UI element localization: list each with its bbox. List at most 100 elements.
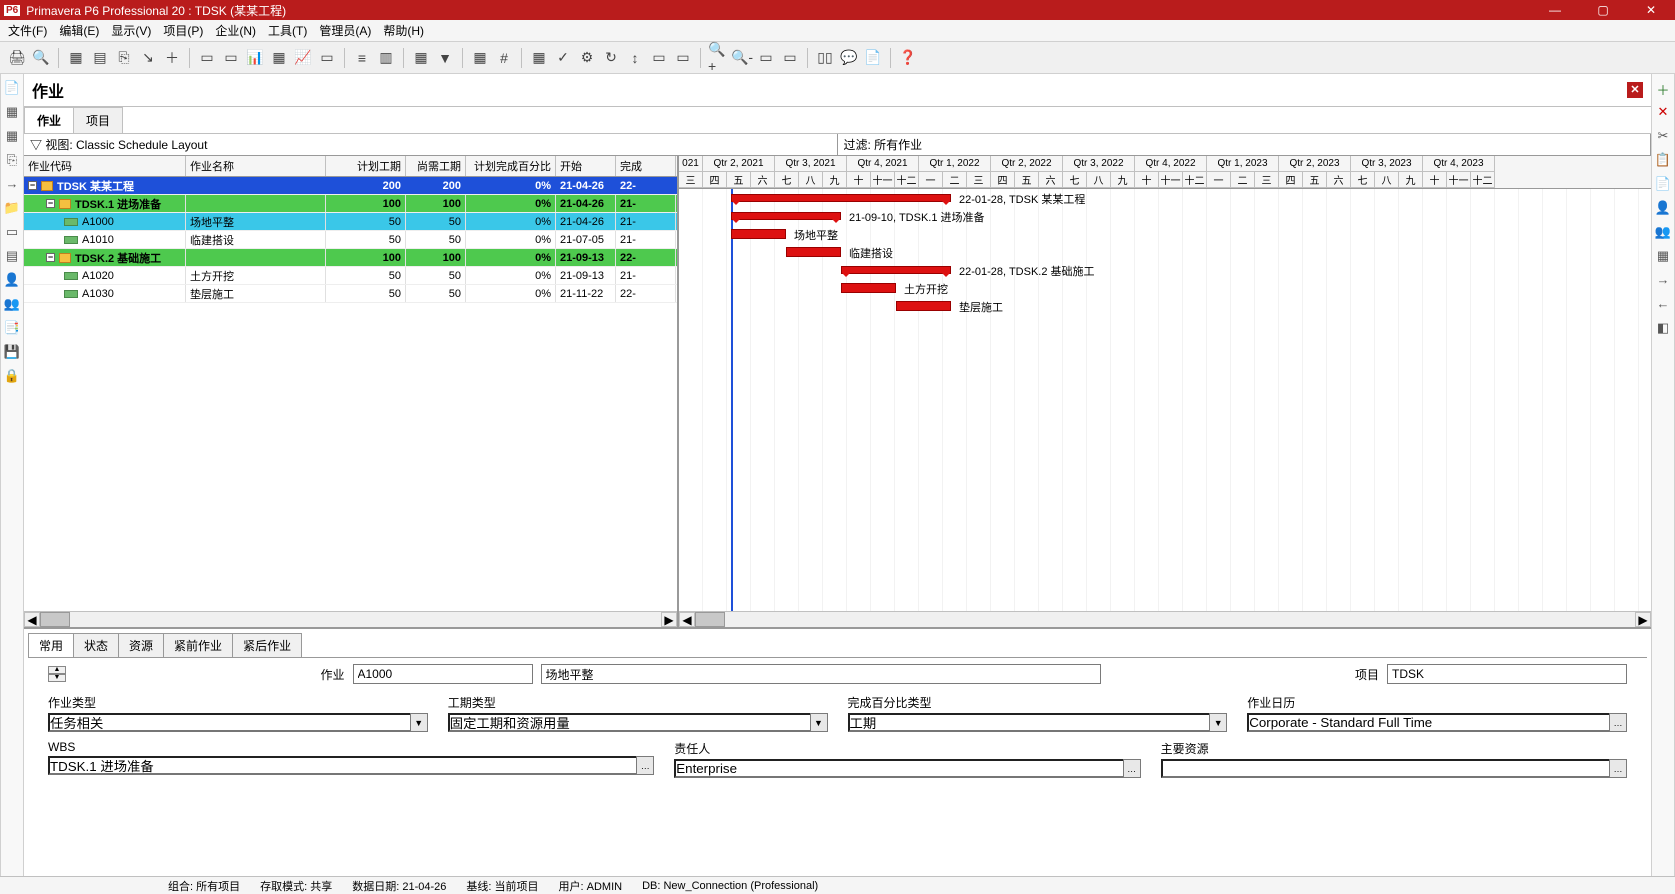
side-icon-5[interactable]: → [3, 176, 21, 194]
filter-label[interactable]: 过滤: 所有作业 [838, 134, 1652, 155]
chart3-icon[interactable]: 📊 [244, 47, 266, 69]
rside-role-icon[interactable]: 👥 [1654, 224, 1672, 242]
rside-succ-icon[interactable]: ← [1654, 296, 1672, 314]
browse-icon[interactable]: … [1609, 713, 1627, 732]
chart1-icon[interactable]: ▭ [196, 47, 218, 69]
rside-step-icon[interactable]: ◧ [1654, 320, 1672, 338]
rside-code-icon[interactable]: ▦ [1654, 248, 1672, 266]
tool1-icon[interactable]: ✓ [552, 47, 574, 69]
col-planned[interactable]: 计划工期 [326, 156, 406, 176]
side-icon-3[interactable]: ▦ [3, 128, 21, 146]
menu-item[interactable]: 文件(F) [8, 22, 47, 39]
activity-name-field[interactable] [541, 664, 1101, 684]
detail-tab[interactable]: 紧后作业 [232, 633, 302, 657]
table-row[interactable]: A1000场地平整50500%21-04-2621- [24, 213, 677, 231]
side-icon-8[interactable]: ▤ [3, 248, 21, 266]
pct-select[interactable] [848, 713, 1210, 732]
gantt-timescale[interactable]: 021Qtr 2, 2021Qtr 3, 2021Qtr 4, 2021Qtr … [679, 156, 1651, 189]
grid-body[interactable]: −TDSK 某某工程2002000%21-04-2622-−TDSK.1 进场准… [24, 177, 677, 611]
rside-add-icon[interactable]: ＋ [1654, 80, 1672, 98]
gantt-bar[interactable] [786, 247, 841, 257]
dropdown-icon[interactable]: ▼ [810, 713, 828, 732]
wbs-icon[interactable]: ▦ [528, 47, 550, 69]
side-icon-12[interactable]: 💾 [3, 344, 21, 362]
col-remain[interactable]: 尚需工期 [406, 156, 466, 176]
col-name[interactable]: 作业名称 [186, 156, 326, 176]
expander-icon[interactable]: − [46, 253, 55, 262]
gantt-bar[interactable] [841, 266, 951, 274]
view-layout-label[interactable]: 视图: Classic Schedule Layout [24, 134, 838, 155]
arrow-icon[interactable]: ↘ [137, 47, 159, 69]
cal-field[interactable] [1247, 713, 1609, 732]
gantt-bar[interactable] [731, 212, 841, 220]
columns-icon[interactable]: ▥ [375, 47, 397, 69]
browse-icon[interactable]: … [636, 756, 654, 775]
plus-icon[interactable]: ＋ [161, 47, 183, 69]
rside-paste-icon[interactable]: 📄 [1654, 176, 1672, 194]
tool5-icon[interactable]: ▭ [648, 47, 670, 69]
gantt-bar[interactable] [731, 194, 951, 202]
rside-copy-icon[interactable]: 📋 [1654, 152, 1672, 170]
table-row[interactable]: −TDSK 某某工程2002000%21-04-2622- [24, 177, 677, 195]
chart2-icon[interactable]: ▭ [220, 47, 242, 69]
menu-item[interactable]: 管理员(A) [319, 22, 371, 39]
tool2-icon[interactable]: ⚙ [576, 47, 598, 69]
col-pct[interactable]: 计划完成百分比 [466, 156, 556, 176]
tool4-icon[interactable]: ↕ [624, 47, 646, 69]
gantt-scroll-thumb[interactable] [695, 612, 725, 627]
panel-close-icon[interactable]: ✕ [1627, 82, 1643, 98]
side-icon-13[interactable]: 🔒 [3, 368, 21, 386]
col-finish[interactable]: 完成 [616, 156, 676, 176]
range-icon[interactable]: ▭ [779, 47, 801, 69]
detail-tab[interactable]: 常用 [28, 633, 74, 657]
gantt-body[interactable]: 22-01-28, TDSK 某某工程21-09-10, TDSK.1 进场准备… [679, 189, 1651, 611]
side-icon-11[interactable]: 📑 [3, 320, 21, 338]
view1-icon[interactable]: ▯▯ [814, 47, 836, 69]
col-start[interactable]: 开始 [556, 156, 616, 176]
browse-icon[interactable]: … [1609, 759, 1627, 778]
table-row[interactable]: −TDSK.1 进场准备1001000%21-04-2621- [24, 195, 677, 213]
indent-icon[interactable]: ≡ [351, 47, 373, 69]
owner-field[interactable] [674, 759, 1122, 778]
detail-tab[interactable]: 状态 [73, 633, 119, 657]
rside-cut-icon[interactable]: ✂ [1654, 128, 1672, 146]
menu-item[interactable]: 显示(V) [111, 22, 151, 39]
menu-item[interactable]: 编辑(E) [59, 22, 99, 39]
maximize-button[interactable]: ▢ [1583, 3, 1623, 17]
dropdown-icon[interactable]: ▼ [1209, 713, 1227, 732]
side-icon-4[interactable]: ⎘ [3, 152, 21, 170]
side-icon-7[interactable]: ▭ [3, 224, 21, 242]
tab-project[interactable]: 项目 [73, 107, 123, 133]
scroll-right-icon[interactable]: ▶ [661, 612, 677, 627]
scroll-left-icon[interactable]: ◀ [24, 612, 40, 627]
print-icon[interactable]: 🖨 [6, 47, 28, 69]
cal-icon[interactable]: ▦ [410, 47, 432, 69]
gantt-bar[interactable] [841, 283, 896, 293]
doc-icon[interactable]: 📄 [862, 47, 884, 69]
wbs-field[interactable] [48, 756, 636, 775]
activity-id-field[interactable] [353, 664, 533, 684]
fit-icon[interactable]: ▭ [755, 47, 777, 69]
scroll-thumb[interactable] [40, 612, 70, 627]
zoomin-icon[interactable]: 🔍+ [707, 47, 729, 69]
rside-res-icon[interactable]: 👤 [1654, 200, 1672, 218]
close-button[interactable]: ✕ [1631, 3, 1671, 17]
menu-item[interactable]: 工具(T) [268, 22, 307, 39]
gantt-bar[interactable] [731, 229, 786, 239]
preview-icon[interactable]: 🔍 [30, 47, 52, 69]
chart4-icon[interactable]: ▦ [268, 47, 290, 69]
link-icon[interactable]: ⎘ [113, 47, 135, 69]
side-icon-9[interactable]: 👤 [3, 272, 21, 290]
side-icon-2[interactable]: ▦ [3, 104, 21, 122]
minimize-button[interactable]: — [1535, 3, 1575, 17]
type-select[interactable] [48, 713, 410, 732]
rside-pred-icon[interactable]: → [1654, 272, 1672, 290]
comment-icon[interactable]: 💬 [838, 47, 860, 69]
grid-hscroll[interactable]: ◀ ▶ [24, 611, 677, 627]
col-code[interactable]: 作业代码 [24, 156, 186, 176]
expander-icon[interactable]: − [28, 181, 37, 190]
side-icon-1[interactable]: 📄 [3, 80, 21, 98]
dur-select[interactable] [448, 713, 810, 732]
layout2-icon[interactable]: ▤ [89, 47, 111, 69]
detail-tab[interactable]: 紧前作业 [163, 633, 233, 657]
